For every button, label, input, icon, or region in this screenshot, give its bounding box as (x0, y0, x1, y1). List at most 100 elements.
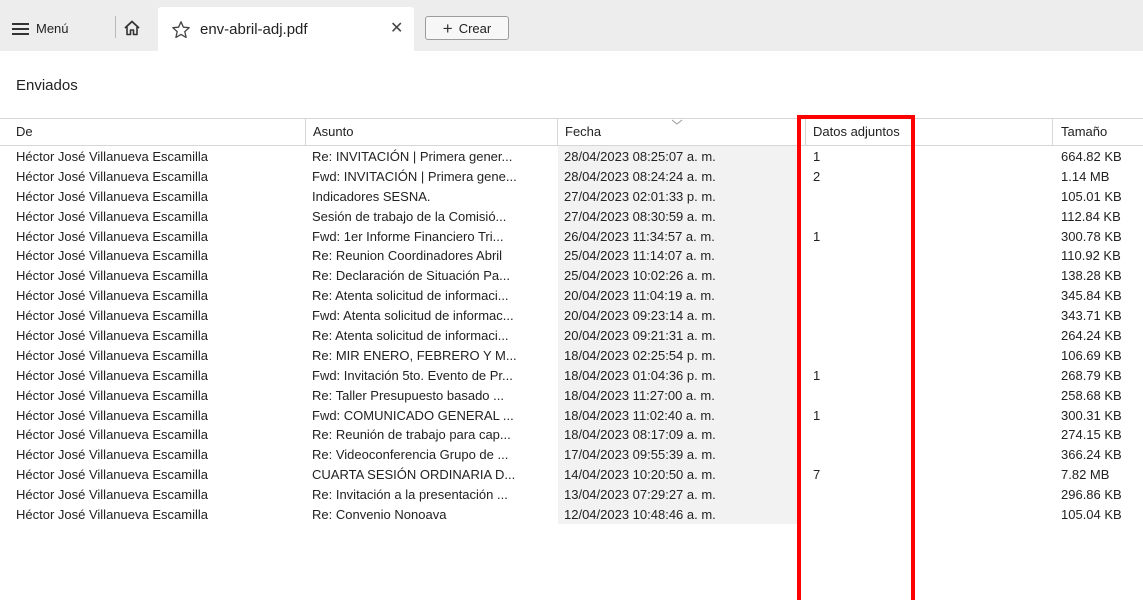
date-cell: 20/04/2023 09:23:14 a. m. (564, 308, 716, 324)
column-divider[interactable] (1052, 119, 1053, 145)
sender-cell: Héctor José Villanueva Escamilla (16, 328, 208, 344)
size-cell: 105.04 KB (1061, 507, 1122, 523)
subject-cell: Fwd: Atenta solicitud de informac... (312, 308, 514, 324)
document-tab[interactable]: env-abril-adj.pdf ✕ (158, 7, 414, 51)
message-row[interactable]: Héctor José Villanueva Escamilla Re: Vide… (0, 444, 1143, 465)
create-button[interactable]: + Crear (425, 16, 509, 40)
column-header-date[interactable]: Fecha (565, 124, 601, 139)
message-row[interactable]: Héctor José Villanueva Escamilla Re: INVI… (0, 146, 1143, 166)
attachments-cell: 1 (813, 149, 821, 164)
sender-cell: Héctor José Villanueva Escamilla (16, 347, 208, 363)
plus-icon: + (442, 18, 453, 38)
attachments-cell: 1 (813, 228, 821, 244)
home-button[interactable] (121, 17, 143, 39)
folder-title: Enviados (16, 77, 78, 94)
size-cell: 258.68 KB (1061, 387, 1122, 403)
date-cell: 18/04/2023 11:27:00 a. m. (564, 387, 715, 403)
size-cell: 274.15 KB (1061, 427, 1122, 443)
menu-label: Menú (36, 20, 69, 36)
message-row[interactable]: Héctor José Villanueva Escamilla Re: Tall… (0, 384, 1143, 405)
sender-cell: Héctor José Villanueva Escamilla (16, 149, 208, 164)
sender-cell: Héctor José Villanueva Escamilla (16, 308, 208, 324)
column-divider[interactable] (305, 119, 306, 145)
date-cell: 14/04/2023 10:20:50 a. m. (564, 467, 716, 483)
size-cell: 110.92 KB (1061, 248, 1121, 264)
subject-cell: Re: MIR ENERO, FEBRERO Y M... (312, 347, 517, 363)
sender-cell: Héctor José Villanueva Escamilla (16, 387, 208, 403)
sender-cell: Héctor José Villanueva Escamilla (16, 248, 208, 264)
size-cell: 300.78 KB (1061, 228, 1122, 244)
size-cell: 300.31 KB (1061, 407, 1122, 423)
message-row[interactable]: Héctor José Villanueva Escamilla Re: Aten… (0, 285, 1143, 306)
message-row[interactable]: Héctor José Villanueva Escamilla Re: Decl… (0, 265, 1143, 286)
size-cell: 664.82 KB (1061, 149, 1122, 164)
message-list: De Asunto Fecha Datos adjuntos Tamaño Hé… (0, 118, 1143, 524)
date-cell: 12/04/2023 10:48:46 a. m. (564, 507, 716, 523)
date-cell: 27/04/2023 02:01:33 p. m. (564, 188, 716, 204)
column-divider[interactable] (805, 119, 806, 145)
subject-cell: Sesión de trabajo de la Comisió... (312, 208, 507, 224)
message-row[interactable]: Héctor José Villanueva Escamilla Fwd: Ate… (0, 305, 1143, 326)
close-icon[interactable]: ✕ (390, 21, 403, 37)
message-row[interactable]: Héctor José Villanueva Escamilla Indicado… (0, 185, 1143, 206)
sender-cell: Héctor José Villanueva Escamilla (16, 447, 208, 463)
sender-cell: Héctor José Villanueva Escamilla (16, 467, 208, 483)
date-cell: 18/04/2023 08:17:09 a. m. (564, 427, 716, 443)
size-cell: 106.69 KB (1061, 347, 1122, 363)
date-cell: 18/04/2023 02:25:54 p. m. (564, 347, 716, 363)
star-outline-icon[interactable] (171, 20, 191, 40)
subject-cell: Re: Videoconferencia Grupo de ... (312, 447, 509, 463)
date-cell: 17/04/2023 09:55:39 a. m. (564, 447, 716, 463)
date-cell: 18/04/2023 01:04:36 p. m. (564, 367, 716, 383)
menu-button[interactable]: Menú (12, 18, 69, 38)
sender-cell: Héctor José Villanueva Escamilla (16, 427, 208, 443)
date-cell: 25/04/2023 10:02:26 a. m. (564, 268, 716, 284)
attachments-cell: 7 (813, 467, 821, 483)
subject-cell: Fwd: Invitación 5to. Evento de Pr... (312, 367, 513, 383)
home-icon (124, 20, 140, 36)
column-header-from[interactable]: De (16, 124, 33, 139)
size-cell: 268.79 KB (1061, 367, 1122, 383)
message-row[interactable]: Héctor José Villanueva Escamilla Fwd: COM… (0, 404, 1143, 425)
subject-cell: Re: Reunion Coordinadores Abril (312, 248, 503, 264)
size-cell: 343.71 KB (1061, 308, 1122, 324)
message-row[interactable]: Héctor José Villanueva Escamilla Re: MIR … (0, 344, 1143, 365)
sender-cell: Héctor José Villanueva Escamilla (16, 487, 208, 503)
message-row[interactable]: Héctor José Villanueva Escamilla CUARTA S… (0, 464, 1143, 485)
subject-cell: Indicadores SESNA. (312, 188, 431, 204)
date-cell: 20/04/2023 09:21:31 a. m. (564, 328, 716, 344)
toolbar-divider (115, 16, 116, 38)
message-row[interactable]: Héctor José Villanueva Escamilla Re: Reun… (0, 424, 1143, 445)
message-row[interactable]: Héctor José Villanueva Escamilla Sesión d… (0, 205, 1143, 226)
subject-cell: Re: Taller Presupuesto basado ... (312, 387, 504, 403)
message-row[interactable]: Héctor José Villanueva Escamilla Fwd: INV… (0, 165, 1143, 186)
sort-descending-icon (671, 119, 683, 125)
subject-cell: Re: Convenio Nonoava (312, 507, 447, 523)
subject-cell: Re: Atenta solicitud de informaci... (312, 288, 509, 304)
hamburger-icon (12, 22, 29, 35)
size-cell: 296.86 KB (1061, 487, 1122, 503)
subject-cell: Fwd: COMUNICADO GENERAL ... (312, 407, 514, 423)
attachments-cell: 2 (813, 168, 821, 184)
sender-cell: Héctor José Villanueva Escamilla (16, 188, 208, 204)
message-row[interactable]: Héctor José Villanueva Escamilla Fwd: Inv… (0, 364, 1143, 385)
sender-cell: Héctor José Villanueva Escamilla (16, 208, 208, 224)
subject-cell: Re: Declaración de Situación Pa... (312, 268, 510, 284)
column-header-size[interactable]: Tamaño (1061, 124, 1107, 139)
message-row[interactable]: Héctor José Villanueva Escamilla Re: Invi… (0, 484, 1143, 505)
tab-title: env-abril-adj.pdf (200, 21, 308, 38)
date-cell: 28/04/2023 08:24:24 a. m. (564, 168, 716, 184)
date-cell: 25/04/2023 11:14:07 a. m. (564, 248, 715, 264)
size-cell: 112.84 KB (1061, 208, 1121, 224)
message-row[interactable]: Héctor José Villanueva Escamilla Re: Aten… (0, 325, 1143, 345)
column-header-attachments[interactable]: Datos adjuntos (813, 124, 908, 139)
message-row[interactable]: Héctor José Villanueva Escamilla Re: Reun… (0, 245, 1143, 266)
size-cell: 366.24 KB (1061, 447, 1122, 463)
message-row[interactable]: Héctor José Villanueva Escamilla Re: Conv… (0, 504, 1143, 524)
message-row[interactable]: Héctor José Villanueva Escamilla Fwd: 1er… (0, 225, 1143, 246)
column-divider[interactable] (557, 119, 558, 145)
date-cell: 18/04/2023 11:02:40 a. m. (564, 407, 715, 423)
size-cell: 105.01 KB (1061, 188, 1122, 204)
column-header-subject[interactable]: Asunto (313, 124, 353, 139)
subject-cell: Fwd: INVITACIÓN | Primera gene... (312, 168, 517, 184)
